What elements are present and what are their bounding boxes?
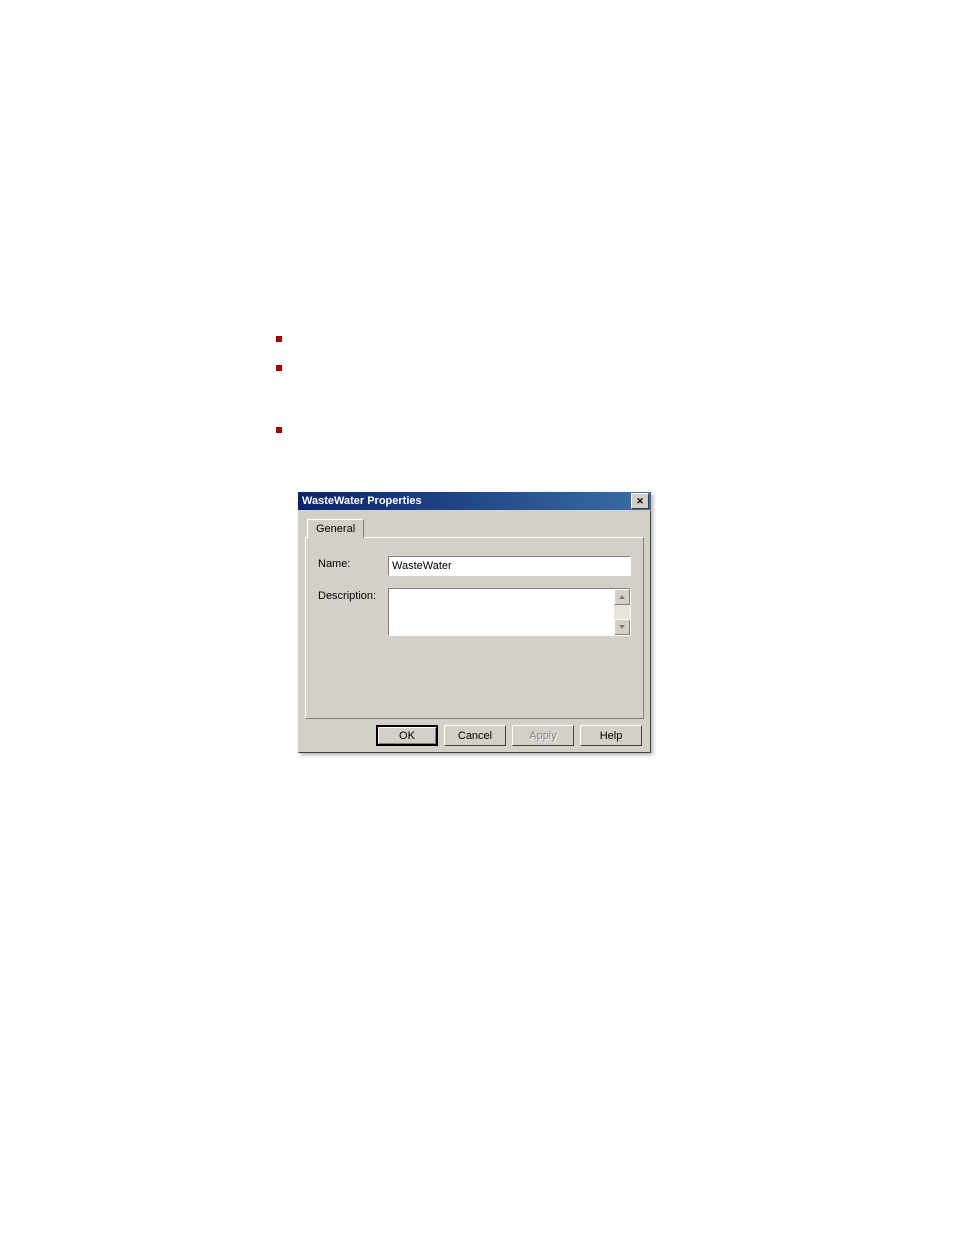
scroll-down-button[interactable] (614, 619, 630, 635)
scrollbar (614, 589, 630, 635)
name-input[interactable] (388, 556, 631, 576)
tab-panel-general: Name: Description: (305, 537, 644, 719)
description-input[interactable] (389, 589, 614, 635)
apply-button[interactable]: Apply (512, 725, 574, 746)
arrow-down-icon (619, 625, 625, 629)
close-button[interactable]: ✕ (631, 493, 649, 509)
ok-button[interactable]: OK (376, 725, 438, 746)
name-label: Name: (318, 556, 388, 570)
description-row: Description: (318, 588, 631, 636)
scroll-up-button[interactable] (614, 589, 630, 605)
bullet-icon (276, 427, 282, 433)
description-wrap (388, 588, 631, 636)
properties-dialog: WasteWater Properties ✕ General Name: De… (298, 492, 651, 753)
tab-general[interactable]: General (307, 519, 364, 538)
help-button[interactable]: Help (580, 725, 642, 746)
tab-container: General Name: Description: (305, 519, 644, 719)
titlebar[interactable]: WasteWater Properties ✕ (298, 492, 651, 510)
titlebar-title: WasteWater Properties (300, 495, 422, 507)
dialog-body: General Name: Description: (298, 510, 651, 753)
tab-label: General (316, 523, 355, 535)
button-row: OK Cancel Apply Help (305, 725, 644, 746)
name-row: Name: (318, 556, 631, 576)
bullet-icon (276, 336, 282, 342)
description-label: Description: (318, 588, 388, 602)
cancel-button[interactable]: Cancel (444, 725, 506, 746)
bullet-icon (276, 365, 282, 371)
close-icon: ✕ (636, 496, 644, 507)
arrow-up-icon (619, 595, 625, 599)
